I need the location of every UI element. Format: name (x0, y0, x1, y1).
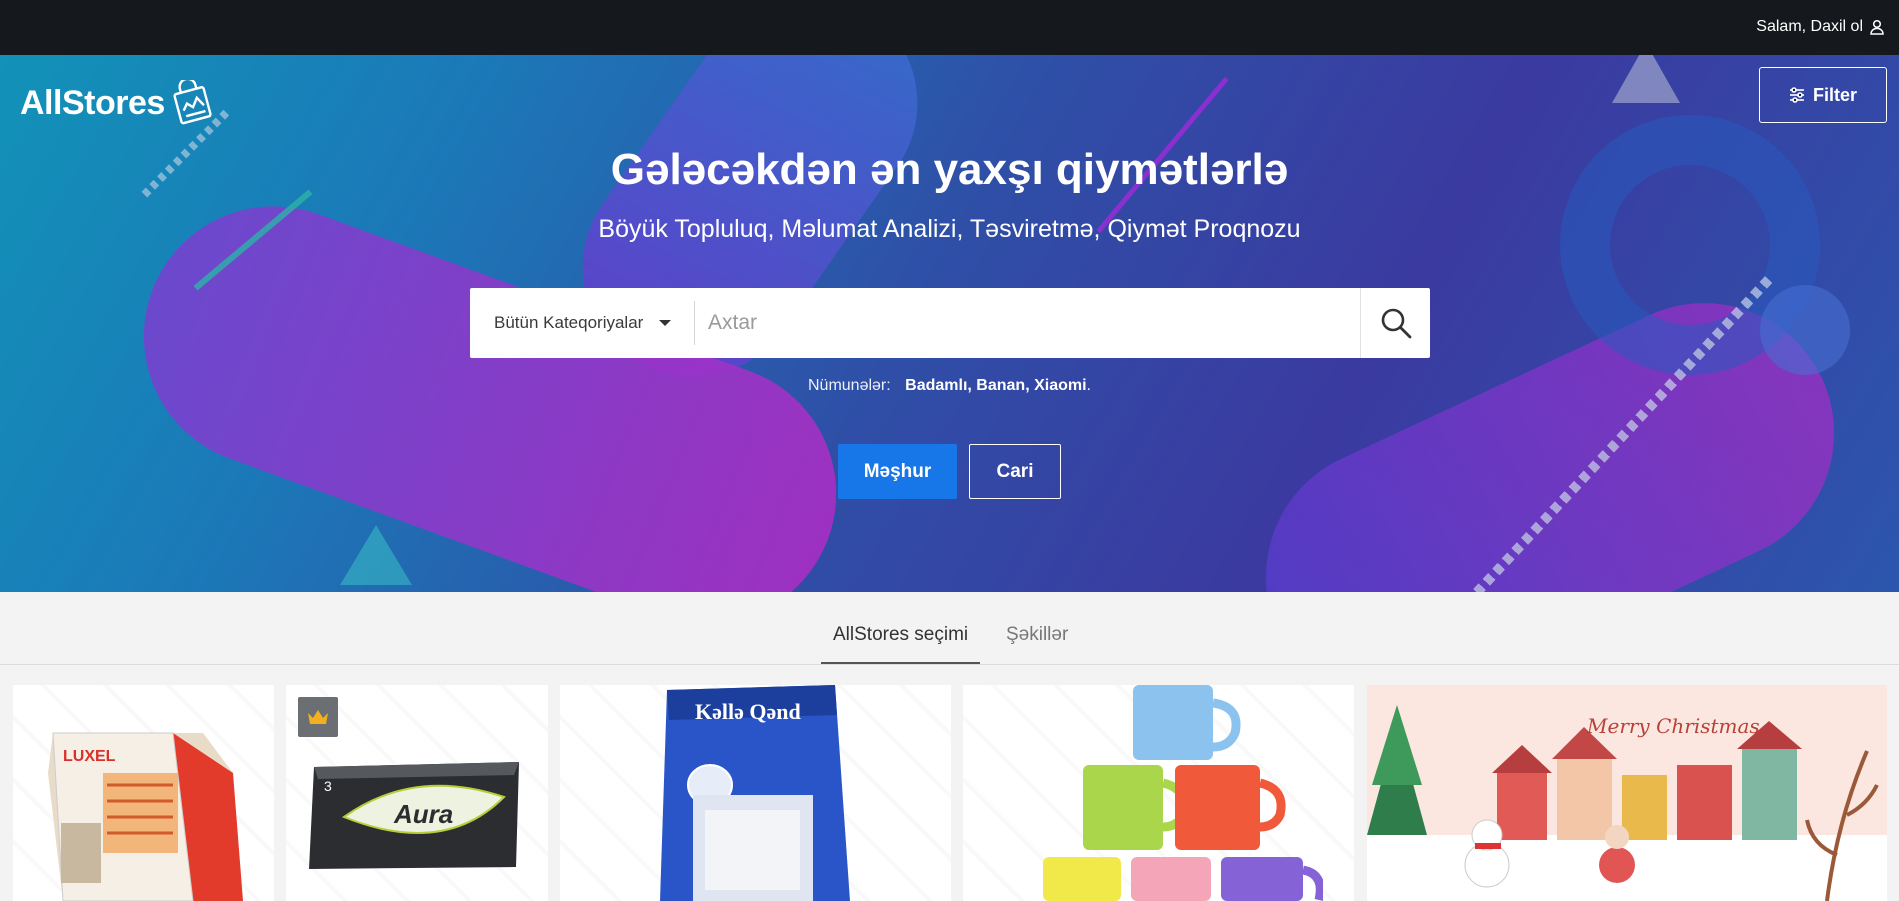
product-card[interactable]: LUXEL (13, 685, 274, 901)
category-select-label: Bütün Kateqoriyalar (494, 313, 644, 332)
popular-button[interactable]: Məşhur (838, 444, 957, 499)
product-grid: LUXEL Aura 3 Kəllə Qənd Merry Christmas (0, 685, 1899, 901)
crown-icon (308, 710, 328, 724)
product-card[interactable] (963, 685, 1354, 901)
search-bar: Bütün Kateqoriyalar (470, 288, 1430, 358)
examples-label: Nümunələr: (808, 377, 891, 394)
tab-images[interactable]: Şəkillər (1006, 624, 1068, 646)
decor-circle (1760, 285, 1850, 375)
product-brand-text: Kəllə Qənd (695, 699, 801, 724)
product-card[interactable]: Aura 3 (286, 685, 548, 901)
product-image (1043, 685, 1323, 901)
category-select[interactable]: Bütün Kateqoriyalar (470, 288, 694, 358)
user-icon (1870, 19, 1884, 35)
login-link[interactable]: Salam, Daxil ol (1756, 18, 1885, 36)
search-examples: Nümunələr: Badamlı, Banan, Xiaomi. (0, 377, 1899, 395)
premium-badge (298, 697, 338, 737)
tab-bar: AllStores seçimi Şəkillər (0, 592, 1899, 665)
hero-subtitle: Böyük Topluluq, Məlumat Analizi, Təsvire… (598, 215, 1301, 243)
logo[interactable]: AllStores (20, 80, 215, 126)
svg-text:3: 3 (324, 778, 332, 794)
product-image: Aura 3 (309, 762, 519, 869)
product-card[interactable]: Merry Christmas (1367, 685, 1887, 901)
product-image: LUXEL (48, 732, 243, 901)
tab-allstores-choice[interactable]: AllStores seçimi (821, 624, 981, 664)
product-brand-text: Merry Christmas (1586, 714, 1760, 738)
decor-triangle (340, 525, 412, 585)
product-brand-text: LUXEL (63, 748, 116, 765)
filter-label: Filter (1812, 84, 1857, 105)
examples-links[interactable]: Badamlı, Banan, Xiaomi (905, 377, 1086, 394)
search-input[interactable] (695, 288, 1360, 358)
product-image: Merry Christmas (1367, 705, 1887, 901)
current-button[interactable]: Cari (969, 444, 1061, 499)
decor-triangle (1612, 55, 1680, 103)
hero-banner: AllStores Filter Gələcəkdən ən yaxşı qiy… (0, 55, 1899, 592)
logo-text: AllStores (20, 83, 165, 122)
hero-title: Gələcəkdən ən yaxşı qiymətlərlə (610, 145, 1289, 194)
product-brand-text: Aura (393, 799, 453, 829)
filter-button[interactable]: Filter (1759, 67, 1887, 123)
search-icon (1381, 308, 1411, 339)
top-bar: Salam, Daxil ol (0, 0, 1899, 55)
store-bag-icon (173, 80, 212, 125)
product-image: Kəllə Qənd (660, 685, 850, 901)
sliders-icon (1789, 87, 1804, 103)
login-label: Salam, Daxil ol (1756, 18, 1863, 35)
caret-down-icon (659, 320, 672, 326)
examples-trailing: . (1086, 377, 1091, 394)
search-button[interactable] (1360, 288, 1430, 358)
product-card[interactable]: Kəllə Qənd (560, 685, 951, 901)
